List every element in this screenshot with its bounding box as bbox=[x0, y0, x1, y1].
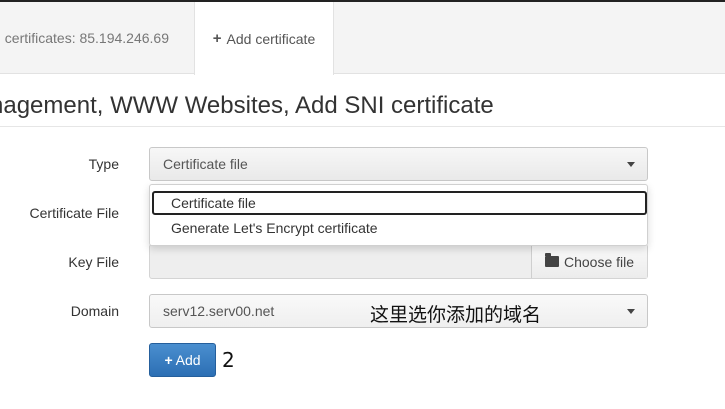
plus-icon: + bbox=[212, 30, 222, 47]
tab-add-label: Add certificate bbox=[226, 30, 316, 47]
domain-label: Domain bbox=[70, 303, 119, 319]
add-button[interactable]: + Add bbox=[149, 343, 216, 377]
title-divider bbox=[0, 126, 725, 127]
key-file-input[interactable]: Choose file bbox=[149, 244, 648, 279]
tab-sni-certificates[interactable]: I certificates: 85.194.246.69 bbox=[0, 2, 194, 74]
page-title: nagement, WWW Websites, Add SNI certific… bbox=[0, 92, 494, 119]
add-button-label: Add bbox=[175, 352, 201, 368]
type-label: Type bbox=[88, 156, 119, 172]
type-select[interactable]: Certificate file bbox=[149, 147, 648, 181]
folder-open-icon bbox=[544, 253, 559, 267]
plus-icon: + bbox=[164, 352, 173, 368]
caret-down-icon bbox=[627, 309, 635, 314]
certificate-file-label: Certificate File bbox=[29, 205, 119, 221]
tab-bar: I certificates: 85.194.246.69 + Add cert… bbox=[0, 2, 725, 75]
tab-sni-label: I certificates: 85.194.246.69 bbox=[0, 30, 169, 46]
annotation-domain-hint: 这里选你添加的域名 bbox=[370, 304, 542, 326]
annotation-step-2: 2 bbox=[222, 348, 235, 372]
choose-file-button[interactable]: Choose file bbox=[531, 245, 647, 278]
type-option-lets-encrypt[interactable]: Generate Let's Encrypt certificate bbox=[152, 216, 647, 240]
caret-down-icon bbox=[627, 162, 635, 167]
key-file-label: Key File bbox=[68, 254, 119, 270]
tab-add-certificate[interactable]: + Add certificate bbox=[194, 2, 334, 75]
type-option-certificate-file[interactable]: Certificate file bbox=[152, 191, 647, 215]
type-select-value: Certificate file bbox=[163, 156, 248, 172]
choose-file-label: Choose file bbox=[563, 253, 635, 270]
domain-select-value: serv12.serv00.net bbox=[163, 303, 275, 319]
type-dropdown-list: Certificate file Generate Let's Encrypt … bbox=[149, 184, 648, 246]
